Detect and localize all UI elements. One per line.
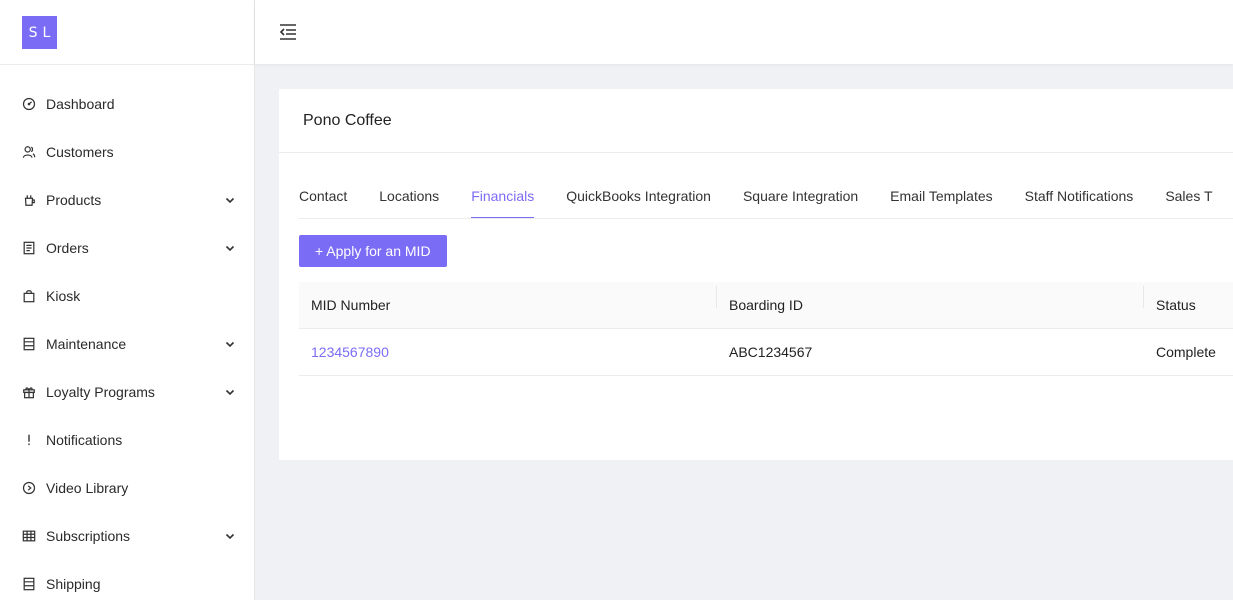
sidebar: SL Dashboard Customers Products Orders K… [0,0,255,600]
sidebar-item-label: Subscriptions [46,528,131,544]
sidebar-item-orders[interactable]: Orders [0,224,254,272]
page-title: Pono Coffee [279,89,1233,153]
mid-number-link[interactable]: 1234567890 [311,344,389,360]
table-header: MID Number Boarding ID Status [299,282,1233,329]
cell-status: Complete [1156,344,1216,360]
dashboard-icon [22,97,36,111]
menu-fold-icon[interactable] [278,22,298,42]
tab-staff-notifications[interactable]: Staff Notifications [1025,172,1134,218]
sidebar-nav: Dashboard Customers Products Orders Kios… [0,80,254,600]
sidebar-item-subscriptions[interactable]: Subscriptions [0,512,254,560]
sidebar-item-products[interactable]: Products [0,176,254,224]
sidebar-item-label: Loyalty Programs [46,384,155,400]
column-header-mid-number: MID Number [299,286,717,313]
chevron-down-icon[interactable] [224,242,236,254]
table-row: 1234567890 ABC1234567 Complete [299,329,1233,376]
exclamation-icon [22,433,36,447]
orders-icon [22,241,36,255]
tab-bar: Contact Locations Financials QuickBooks … [299,172,1233,219]
logo[interactable]: SL [22,16,57,49]
tab-email-templates[interactable]: Email Templates [890,172,992,218]
tab-sales-tax[interactable]: Sales T [1165,172,1212,218]
logo-area: SL [0,0,254,65]
column-header-status: Status [1156,297,1196,313]
sidebar-item-label: Notifications [46,432,123,448]
chevron-down-icon[interactable] [224,338,236,350]
customer-card: Pono Coffee Contact Locations Financials… [279,89,1233,460]
sidebar-item-label: Kiosk [46,288,81,304]
customers-icon [22,145,36,159]
sidebar-item-label: Shipping [46,576,101,592]
sidebar-item-shipping[interactable]: Shipping [0,560,254,600]
chevron-down-icon[interactable] [224,386,236,398]
sidebar-item-customers[interactable]: Customers [0,128,254,176]
shipping-icon [22,577,36,591]
tab-contact[interactable]: Contact [299,172,347,218]
maintenance-icon [22,337,36,351]
tab-locations[interactable]: Locations [379,172,439,218]
chevron-down-icon[interactable] [224,194,236,206]
cell-boarding-id: ABC1234567 [729,344,813,360]
sidebar-item-notifications[interactable]: Notifications [0,416,254,464]
tab-quickbooks-integration[interactable]: QuickBooks Integration [566,172,711,218]
sidebar-item-label: Dashboard [46,96,115,112]
top-bar [255,0,1233,64]
chevron-down-icon[interactable] [224,530,236,542]
apply-for-mid-button[interactable]: + Apply for an MID [299,235,447,267]
gift-icon [22,385,36,399]
sidebar-item-label: Products [46,192,102,208]
sidebar-item-maintenance[interactable]: Maintenance [0,320,254,368]
sidebar-item-video-library[interactable]: Video Library [0,464,254,512]
column-header-boarding-id: Boarding ID [717,286,1144,313]
table-icon [22,529,36,543]
sidebar-item-loyalty-programs[interactable]: Loyalty Programs [0,368,254,416]
sidebar-item-dashboard[interactable]: Dashboard [0,80,254,128]
products-icon [22,193,36,207]
sidebar-item-label: Video Library [46,480,129,496]
sidebar-item-label: Orders [46,240,89,256]
cell-mid-number: 1234567890 [299,344,717,360]
tab-financials[interactable]: Financials [471,172,535,218]
sidebar-item-label: Maintenance [46,336,127,352]
sidebar-item-kiosk[interactable]: Kiosk [0,272,254,320]
tab-square-integration[interactable]: Square Integration [743,172,858,218]
play-circle-icon [22,481,36,495]
kiosk-icon [22,289,36,303]
mid-table: MID Number Boarding ID Status 1234567890… [299,282,1233,376]
sidebar-item-label: Customers [46,144,114,160]
